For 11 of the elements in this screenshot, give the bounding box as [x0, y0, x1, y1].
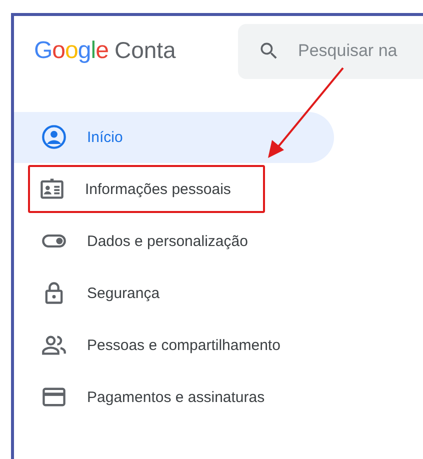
- google-logo[interactable]: Google: [34, 37, 108, 65]
- search-field[interactable]: Pesquisar na: [238, 24, 423, 78]
- account-circle-icon: [41, 124, 67, 150]
- id-card-icon: [39, 176, 65, 202]
- product-name: Conta: [114, 37, 176, 64]
- nav-item[interactable]: Informações pessoais: [28, 165, 265, 213]
- nav-item[interactable]: Pessoas e compartilhamento: [14, 320, 334, 370]
- nav-item[interactable]: Dados e personalização: [14, 216, 334, 266]
- nav-item[interactable]: Pagamentos e assinaturas: [14, 372, 334, 422]
- nav-item[interactable]: Segurança: [14, 268, 334, 318]
- nav-item[interactable]: Início: [14, 112, 334, 162]
